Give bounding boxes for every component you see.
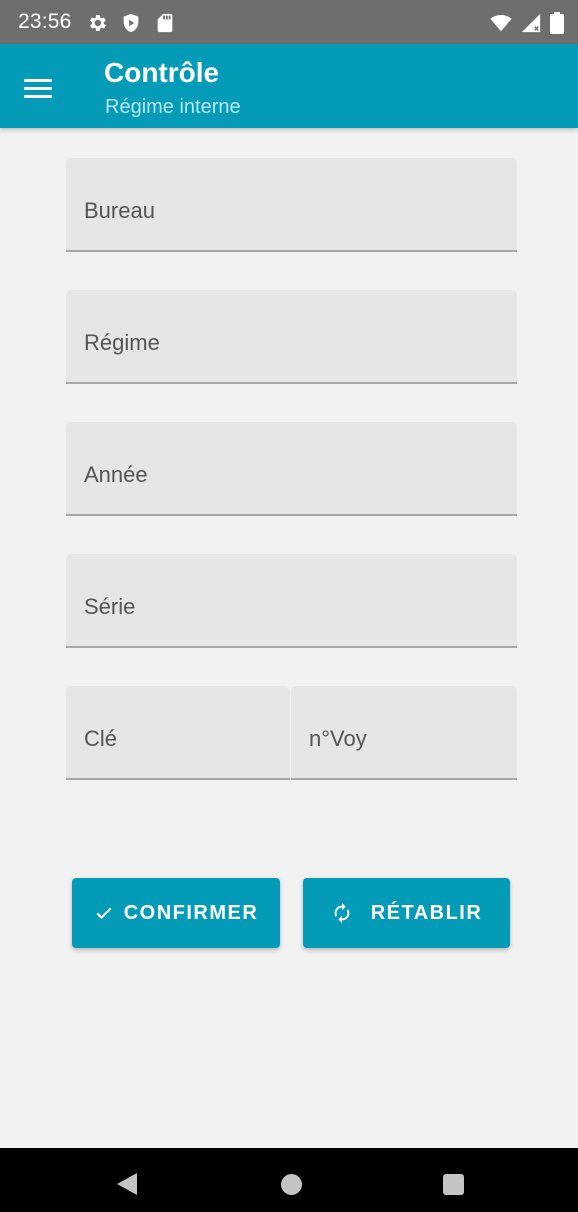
back-icon[interactable] (116, 1172, 138, 1196)
status-system-icons (490, 12, 564, 34)
status-time: 23:56 (18, 10, 72, 33)
menu-line (24, 86, 52, 90)
status-bar: 23:56 (0, 0, 578, 44)
nvoy-field[interactable]: n°Voy (291, 686, 517, 780)
signal-icon (521, 13, 541, 33)
serie-field[interactable]: Série (66, 554, 517, 648)
confirm-button-label: CONFIRMER (123, 901, 259, 924)
annee-field[interactable]: Année (66, 422, 517, 516)
recents-icon[interactable] (443, 1174, 464, 1195)
status-notification-icons (86, 12, 176, 34)
bureau-field[interactable]: Bureau (66, 158, 517, 252)
settings-icon (90, 15, 106, 31)
wifi-icon (490, 15, 512, 32)
page-title: Contrôle (104, 57, 220, 88)
menu-line (24, 78, 52, 82)
shield-icon (123, 13, 139, 33)
reset-button-label: RÉTABLIR (370, 901, 483, 924)
screen: 23:56 Contrôle Régime interne Bureau Rég… (0, 0, 578, 1212)
reset-button[interactable]: RÉTABLIR (303, 878, 510, 948)
sd-card-icon (157, 13, 173, 33)
annee-field-label: Année (84, 462, 148, 487)
bureau-field-label: Bureau (84, 198, 155, 223)
app-bar: Contrôle Régime interne (0, 44, 578, 128)
serie-field-label: Série (84, 594, 136, 619)
navigation-bar (0, 1148, 578, 1212)
check-icon (96, 907, 112, 920)
refresh-icon (334, 902, 350, 924)
regime-field[interactable]: Régime (66, 290, 517, 384)
home-icon[interactable] (281, 1174, 302, 1195)
page-subtitle: Régime interne (105, 96, 241, 118)
battery-icon (550, 12, 564, 34)
menu-line (24, 94, 52, 98)
cle-field-label: Clé (84, 726, 118, 751)
regime-field-label: Régime (84, 330, 160, 355)
hamburger-menu-icon[interactable] (18, 68, 58, 108)
nvoy-field-label: n°Voy (309, 726, 367, 751)
confirm-button[interactable]: CONFIRMER (72, 878, 280, 948)
cle-field[interactable]: Clé (66, 686, 290, 780)
